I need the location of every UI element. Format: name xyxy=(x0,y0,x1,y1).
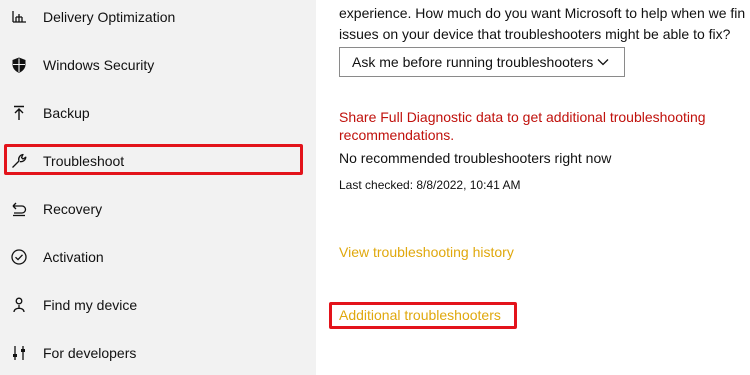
sidebar: Delivery Optimization Windows Security B… xyxy=(0,0,316,375)
sidebar-item-label: Backup xyxy=(43,105,90,121)
sidebar-item-for-developers[interactable]: For developers xyxy=(0,330,316,375)
description-line: experience. How much do you want Microso… xyxy=(339,5,746,21)
sidebar-item-label: For developers xyxy=(43,345,137,361)
description-line: issues on your device that troubleshoote… xyxy=(339,26,731,42)
troubleshoot-description: experience. How much do you want Microso… xyxy=(339,3,750,45)
view-troubleshooting-history-link[interactable]: View troubleshooting history xyxy=(339,244,514,260)
sidebar-item-label: Windows Security xyxy=(43,57,155,73)
sidebar-item-label: Find my device xyxy=(43,297,138,313)
delivery-optimization-icon xyxy=(12,11,26,23)
settings-window: Delivery Optimization Windows Security B… xyxy=(0,0,750,375)
dropdown-selected-value: Ask me before running troubleshooters xyxy=(352,54,594,70)
main-content: experience. How much do you want Microso… xyxy=(316,0,750,375)
sidebar-item-label: Activation xyxy=(43,249,104,265)
sidebar-item-label: Delivery Optimization xyxy=(43,9,176,25)
backup-icon xyxy=(14,105,24,120)
sidebar-item-find-my-device[interactable]: Find my device xyxy=(0,282,316,328)
recovery-icon xyxy=(12,202,27,217)
wrench-icon xyxy=(12,153,27,168)
sidebar-item-backup[interactable]: Backup xyxy=(0,90,316,136)
developer-sliders-icon xyxy=(13,346,25,360)
sidebar-item-activation[interactable]: Activation xyxy=(0,234,316,280)
share-link-line: recommendations. xyxy=(339,127,455,143)
sidebar-item-label: Troubleshoot xyxy=(43,153,125,169)
person-pin-icon xyxy=(13,297,25,313)
share-diagnostic-data-link[interactable]: Share Full Diagnostic data to get additi… xyxy=(339,108,739,144)
additional-troubleshooters-link[interactable]: Additional troubleshooters xyxy=(339,307,501,323)
chevron-down-icon xyxy=(597,59,609,66)
check-circle-icon xyxy=(11,249,27,265)
troubleshoot-preference-dropdown[interactable]: Ask me before running troubleshooters xyxy=(339,47,625,77)
sidebar-item-troubleshoot[interactable]: Troubleshoot xyxy=(0,138,316,184)
sidebar-item-delivery-optimization[interactable]: Delivery Optimization xyxy=(0,0,316,40)
sidebar-item-windows-security[interactable]: Windows Security xyxy=(0,42,316,88)
last-checked-text: Last checked: 8/8/2022, 10:41 AM xyxy=(339,178,521,192)
share-link-line: Share Full Diagnostic data to get additi… xyxy=(339,109,706,125)
sidebar-item-label: Recovery xyxy=(43,201,103,217)
shield-icon xyxy=(12,57,26,73)
sidebar-item-recovery[interactable]: Recovery xyxy=(0,186,316,232)
no-recommendations-text: No recommended troubleshooters right now xyxy=(339,150,612,166)
